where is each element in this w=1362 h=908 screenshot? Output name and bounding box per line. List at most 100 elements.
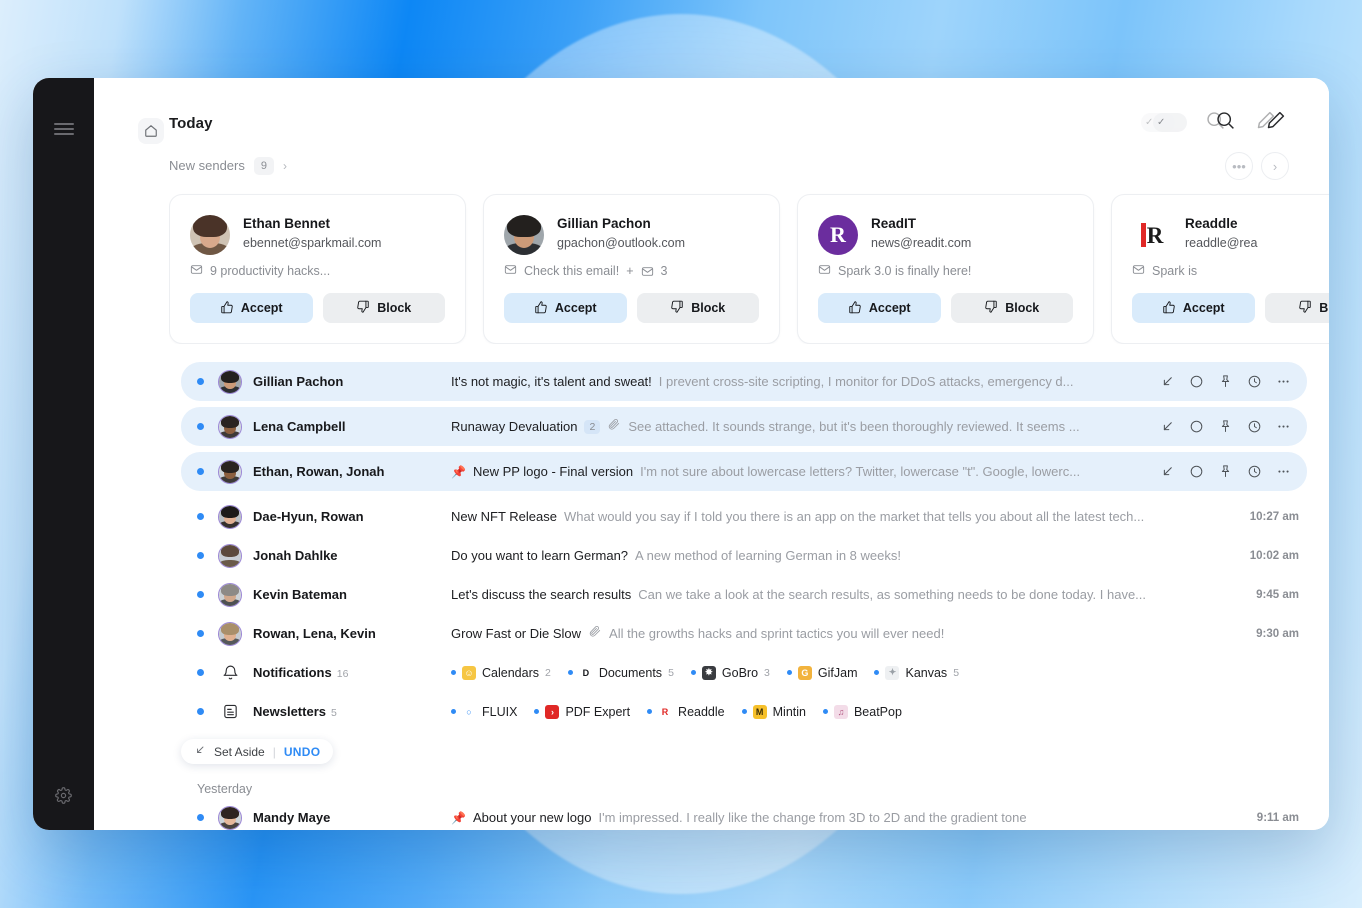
row-subject: New PP logo - Final version <box>472 464 634 479</box>
accept-button[interactable]: Accept <box>1132 293 1255 323</box>
email-row[interactable]: Kevin Bateman Let's discuss the search re… <box>181 575 1307 614</box>
hamburger-icon[interactable] <box>51 116 77 142</box>
envelope-icon <box>504 263 517 279</box>
app-icon: ☺ <box>462 665 476 680</box>
unread-dot <box>197 708 204 715</box>
email-row[interactable]: Jonah Dahlke Do you want to learn German?… <box>181 536 1307 575</box>
circle-icon[interactable] <box>1189 419 1204 434</box>
block-button[interactable]: Block <box>1264 293 1329 323</box>
bell-icon <box>218 661 242 685</box>
row-sender: Ethan, Rowan, Jonah <box>253 464 385 479</box>
email-row[interactable]: Dae-Hyun, Rowan New NFT Release What would… <box>181 497 1307 536</box>
row-sender: Lena Campbell <box>253 419 346 434</box>
sender-name: Ethan Bennet <box>243 216 331 231</box>
unread-dot <box>534 709 540 714</box>
unread-dot <box>741 709 747 714</box>
email-row[interactable]: Gillian Pachon It's not magic, it's talen… <box>181 362 1307 401</box>
set-aside-icon[interactable] <box>1160 374 1175 389</box>
sender-subject: Check this email! <box>524 264 620 278</box>
email-row[interactable]: Ethan, Rowan, Jonah 📌 New PP logo - Final … <box>181 452 1307 491</box>
pin-icon[interactable] <box>1218 464 1233 479</box>
main-pane: Today ✓ ✓ New senders 9 › ••• › Ethan Be… <box>94 78 1329 830</box>
app-chip[interactable]: › PDF Expert <box>534 704 630 719</box>
app-label: Calendars <box>482 665 539 680</box>
accept-button[interactable]: Accept <box>190 293 313 323</box>
row-subject: Let's discuss the search results <box>451 587 632 602</box>
avatar <box>190 215 230 255</box>
search-icon[interactable] <box>1205 110 1239 136</box>
sender-subject-line: Spark 3.0 is finally here! <box>818 263 1073 279</box>
chevron-right-icon[interactable]: › <box>283 159 287 173</box>
header-actions: ✓ ✓ <box>1141 110 1289 136</box>
carousel-next-icon[interactable]: › <box>1261 152 1289 180</box>
app-chip[interactable]: ☺ Calendars 2 <box>451 665 551 680</box>
app-chip[interactable]: M Mintin <box>741 704 806 719</box>
circle-icon[interactable] <box>1189 374 1204 389</box>
accept-button[interactable]: Accept <box>818 293 941 323</box>
set-aside-icon[interactable] <box>1160 419 1175 434</box>
block-button[interactable]: Block <box>636 293 759 323</box>
sender-email: readdle@rea <box>1185 236 1258 251</box>
thumb-up-icon <box>848 300 862 317</box>
set-aside-icon[interactable] <box>1160 464 1175 479</box>
row-subject: About your new logo <box>472 810 592 825</box>
avatar <box>218 414 242 439</box>
app-label: Kanvas <box>905 665 948 680</box>
gear-icon[interactable] <box>51 782 77 808</box>
clock-icon[interactable] <box>1247 464 1262 479</box>
more-icon[interactable] <box>1276 464 1291 479</box>
app-chip[interactable]: D Documents 5 <box>567 665 674 680</box>
block-button[interactable]: Block <box>950 293 1073 323</box>
app-label: Mintin <box>772 704 806 719</box>
clock-icon[interactable] <box>1247 374 1262 389</box>
app-chip[interactable]: ✸ GoBro 3 <box>690 665 770 680</box>
app-label: GoBro <box>721 665 759 680</box>
new-senders-left[interactable]: New senders 9 › <box>169 156 287 176</box>
new-senders-controls: ••• › <box>1225 152 1289 180</box>
checkmark-toggle-icon[interactable]: ✓ ✓ <box>1141 113 1189 133</box>
email-row[interactable]: Rowan, Lena, Kevin Grow Fast or Die Slow A… <box>181 614 1307 653</box>
sender-email: gpachon@outlook.com <box>557 236 686 251</box>
row-timestamp: 10:02 am <box>1249 549 1299 562</box>
more-icon[interactable] <box>1276 374 1291 389</box>
app-count: 5 <box>953 666 960 679</box>
row-subject: Grow Fast or Die Slow <box>451 626 582 641</box>
pin-icon[interactable] <box>1218 419 1233 434</box>
app-chip[interactable]: ♫ BeatPop <box>822 704 902 719</box>
pin-icon[interactable] <box>1218 374 1233 389</box>
sender-email: ebennet@sparkmail.com <box>243 236 382 251</box>
block-button[interactable]: Block <box>322 293 445 323</box>
row-preview: I prevent cross-site scripting, I monito… <box>658 374 1074 389</box>
pencil-compose-icon[interactable] <box>1255 110 1289 136</box>
app-icon: ♫ <box>833 704 848 719</box>
clock-icon[interactable] <box>1247 419 1262 434</box>
email-row[interactable]: Mandy Maye 📌 About your new logo I'm impres… <box>181 798 1307 830</box>
new-senders-header: New senders 9 › ••• › <box>169 136 1329 180</box>
app-chip[interactable]: R Readdle <box>647 704 725 719</box>
email-group-row[interactable]: Notifications 16 ☺ Calendars 2 D Documents 5 ✸ Go… <box>181 653 1307 692</box>
row-subject: It's not magic, it's talent and sweat! <box>451 374 652 389</box>
thumb-down-icon <box>1298 300 1312 317</box>
circle-icon[interactable] <box>1189 464 1204 479</box>
app-chip[interactable]: ✦ Kanvas 5 <box>874 665 960 680</box>
app-icon: › <box>545 704 560 719</box>
app-count: 5 <box>668 666 674 679</box>
undo-button[interactable]: UNDO <box>284 745 321 759</box>
new-sender-card: R ReadIT news@readit.com Spark 3.0 is final… <box>797 194 1094 344</box>
email-row[interactable]: Lena Campbell Runaway Devaluation 2 See att… <box>181 407 1307 446</box>
email-group-row[interactable]: Newsletters 5 ○ FLUIX › PDF Expert R Readdle M Mi… <box>181 692 1307 731</box>
sender-name: Readdle <box>1185 216 1238 231</box>
row-preview: Can we take a look at the search results… <box>638 587 1147 602</box>
more-icon[interactable]: ••• <box>1225 152 1253 180</box>
home-icon[interactable] <box>138 118 164 144</box>
accept-button[interactable]: Accept <box>504 293 627 323</box>
unread-dot <box>822 709 828 714</box>
more-icon[interactable] <box>1276 419 1291 434</box>
sender-subject: 9 productivity hacks... <box>210 264 331 278</box>
app-icon: R <box>658 704 673 719</box>
group-name: Newsletters 5 <box>253 704 337 719</box>
app-chip[interactable]: G GifJam <box>786 665 857 680</box>
unread-dot <box>451 670 456 675</box>
app-chip[interactable]: ○ FLUIX <box>451 704 517 719</box>
avatar <box>218 459 242 484</box>
